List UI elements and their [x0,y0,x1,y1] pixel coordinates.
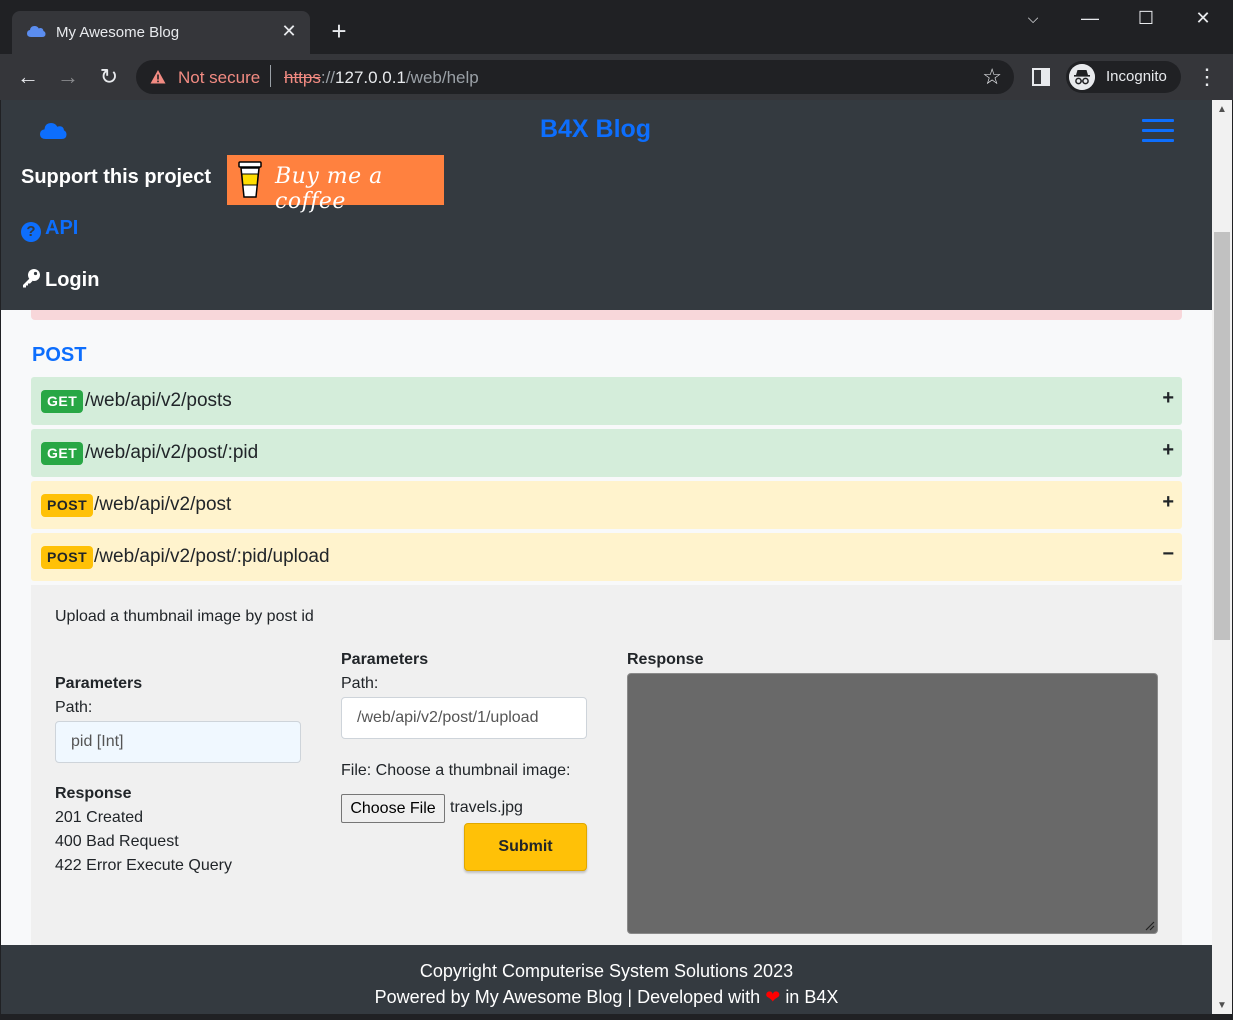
incognito-icon [1069,64,1095,90]
form-parameters-heading: Parameters [341,651,429,668]
response-code-item: 201 Created [55,809,144,826]
response-codes-heading: Response [55,785,132,802]
endpoint-path: /web/api/v2/post/:pid [85,442,259,463]
endpoint-row[interactable]: GET /web/api/v2/post/:pid + [31,429,1182,477]
browser-titlebar: My Awesome Blog ✕ + ⌵ — ☐ ✕ [0,0,1233,54]
site-footer: Copyright Computerise System Solutions 2… [1,945,1212,1014]
endpoint-detail-panel: Upload a thumbnail image by post id Para… [31,585,1182,945]
file-label: File: Choose a thumbnail image: [341,762,571,779]
hamburger-menu-icon[interactable] [1142,118,1174,144]
request-path-input[interactable]: /web/api/v2/post/1/upload [341,697,587,739]
powered-by-text: Powered by My Awesome Blog | Developed w… [1,987,1212,1008]
support-project-label: Support this project [21,166,211,188]
api-label: API [45,217,79,239]
response-code-item: 400 Bad Request [55,833,179,850]
method-badge: POST [41,494,94,517]
pid-param-field: pid [Int] [55,721,301,763]
method-badge: POST [41,546,94,569]
incognito-label: Incognito [1106,68,1167,85]
not-secure-label[interactable]: Not secure [178,68,260,88]
response-code-item: 422 Error Execute Query [55,857,232,874]
back-arrow-icon[interactable]: ← [14,63,42,91]
buy-me-a-coffee-button[interactable]: Buy me a coffee [227,155,444,214]
page-scrollbar[interactable]: ▲ ▼ [1212,100,1232,1014]
url-path: /web/help [405,68,479,87]
powered-by-prefix: Powered by My Awesome Blog | Developed w… [374,987,761,1007]
scroll-down-arrow-icon[interactable]: ▼ [1216,1000,1228,1012]
window-bottom-edge [0,1014,1233,1020]
resize-grip-icon[interactable] [1145,921,1155,931]
tab-title: My Awesome Blog [56,24,180,41]
scrollbar-thumb[interactable] [1214,232,1230,640]
expand-icon[interactable]: + [1162,387,1174,410]
heart-icon: ❤ [765,987,781,1007]
site-header: B4X Blog Support this project Buy me a c… [1,100,1212,310]
endpoint-path: /web/api/v2/post/:pid/upload [94,546,330,567]
url-text[interactable]: https://127.0.0.1/web/help [284,68,479,88]
reload-icon[interactable]: ↻ [95,63,123,91]
method-badge: GET [41,442,84,465]
parameters-heading: Parameters [55,675,143,692]
hamburger-bar [1142,139,1174,142]
maximize-icon[interactable]: ☐ [1131,8,1161,32]
endpoint-path: /web/api/v2/posts [85,390,232,411]
url-scheme-separator: :// [320,68,336,87]
endpoint-path: /web/api/v2/post [94,494,232,515]
path-label: Path: [55,699,93,716]
close-window-icon[interactable]: ✕ [1188,8,1218,32]
cloud-favicon-icon [27,26,46,37]
form-path-label: Path: [341,675,379,692]
submit-button[interactable]: Submit [464,823,587,871]
address-divider [270,65,271,87]
question-circle-icon: ? [21,222,41,242]
browser-tab[interactable]: My Awesome Blog ✕ [12,11,310,54]
warning-triangle-icon [150,70,166,84]
response-output-textarea[interactable] [627,673,1158,934]
browser-toolbar: ← → ↻ Not secure https://127.0.0.1/web/h… [0,54,1233,100]
hamburger-bar [1142,129,1174,132]
page-viewport: B4X Blog Support this project Buy me a c… [1,100,1212,1014]
hamburger-bar [1142,119,1174,122]
endpoint-description: Upload a thumbnail image by post id [55,608,314,625]
incognito-profile-button[interactable]: Incognito [1066,61,1181,93]
buy-me-a-coffee-label: Buy me a coffee [275,164,383,214]
scroll-up-arrow-icon[interactable]: ▲ [1216,104,1228,116]
minimize-icon[interactable]: — [1075,8,1105,32]
expand-icon[interactable]: + [1162,439,1174,462]
address-bar[interactable]: Not secure https://127.0.0.1/web/help ☆ [136,60,1014,94]
powered-by-suffix: in B4X [785,987,839,1007]
forward-arrow-icon[interactable]: → [54,63,82,91]
coffee-cup-icon [238,161,262,198]
endpoint-row[interactable]: POST /web/api/v2/post + [31,481,1182,529]
site-brand-title[interactable]: B4X Blog [1,115,1190,144]
tab-search-chevron-icon[interactable]: ⌵ [1018,10,1048,34]
tab-close-icon[interactable]: ✕ [278,20,300,42]
endpoint-row[interactable]: GET /web/api/v2/posts + [31,377,1182,425]
login-link[interactable]: Login [21,268,99,292]
bookmark-star-icon[interactable]: ☆ [982,64,1002,90]
collapse-icon[interactable]: − [1162,543,1174,566]
login-label: Login [45,269,100,291]
choose-file-button[interactable]: Choose File [341,794,445,823]
url-scheme: https [284,68,321,87]
method-badge: GET [41,390,84,413]
response-output-heading: Response [627,651,704,668]
side-panel-icon[interactable] [1032,68,1050,86]
url-host: 127.0.0.1 [335,68,406,87]
copyright-text: Copyright Computerise System Solutions 2… [419,961,794,981]
api-link[interactable]: ? API [21,217,78,242]
section-title: POST [32,344,87,366]
key-icon [23,269,40,288]
expand-icon[interactable]: + [1162,491,1174,514]
new-tab-button[interactable]: + [326,18,352,44]
selected-file-name: travels.jpg [450,799,523,816]
browser-menu-icon[interactable]: ⋮ [1196,64,1218,90]
alert-banner [31,310,1182,320]
endpoint-row[interactable]: POST /web/api/v2/post/:pid/upload − [31,533,1182,581]
